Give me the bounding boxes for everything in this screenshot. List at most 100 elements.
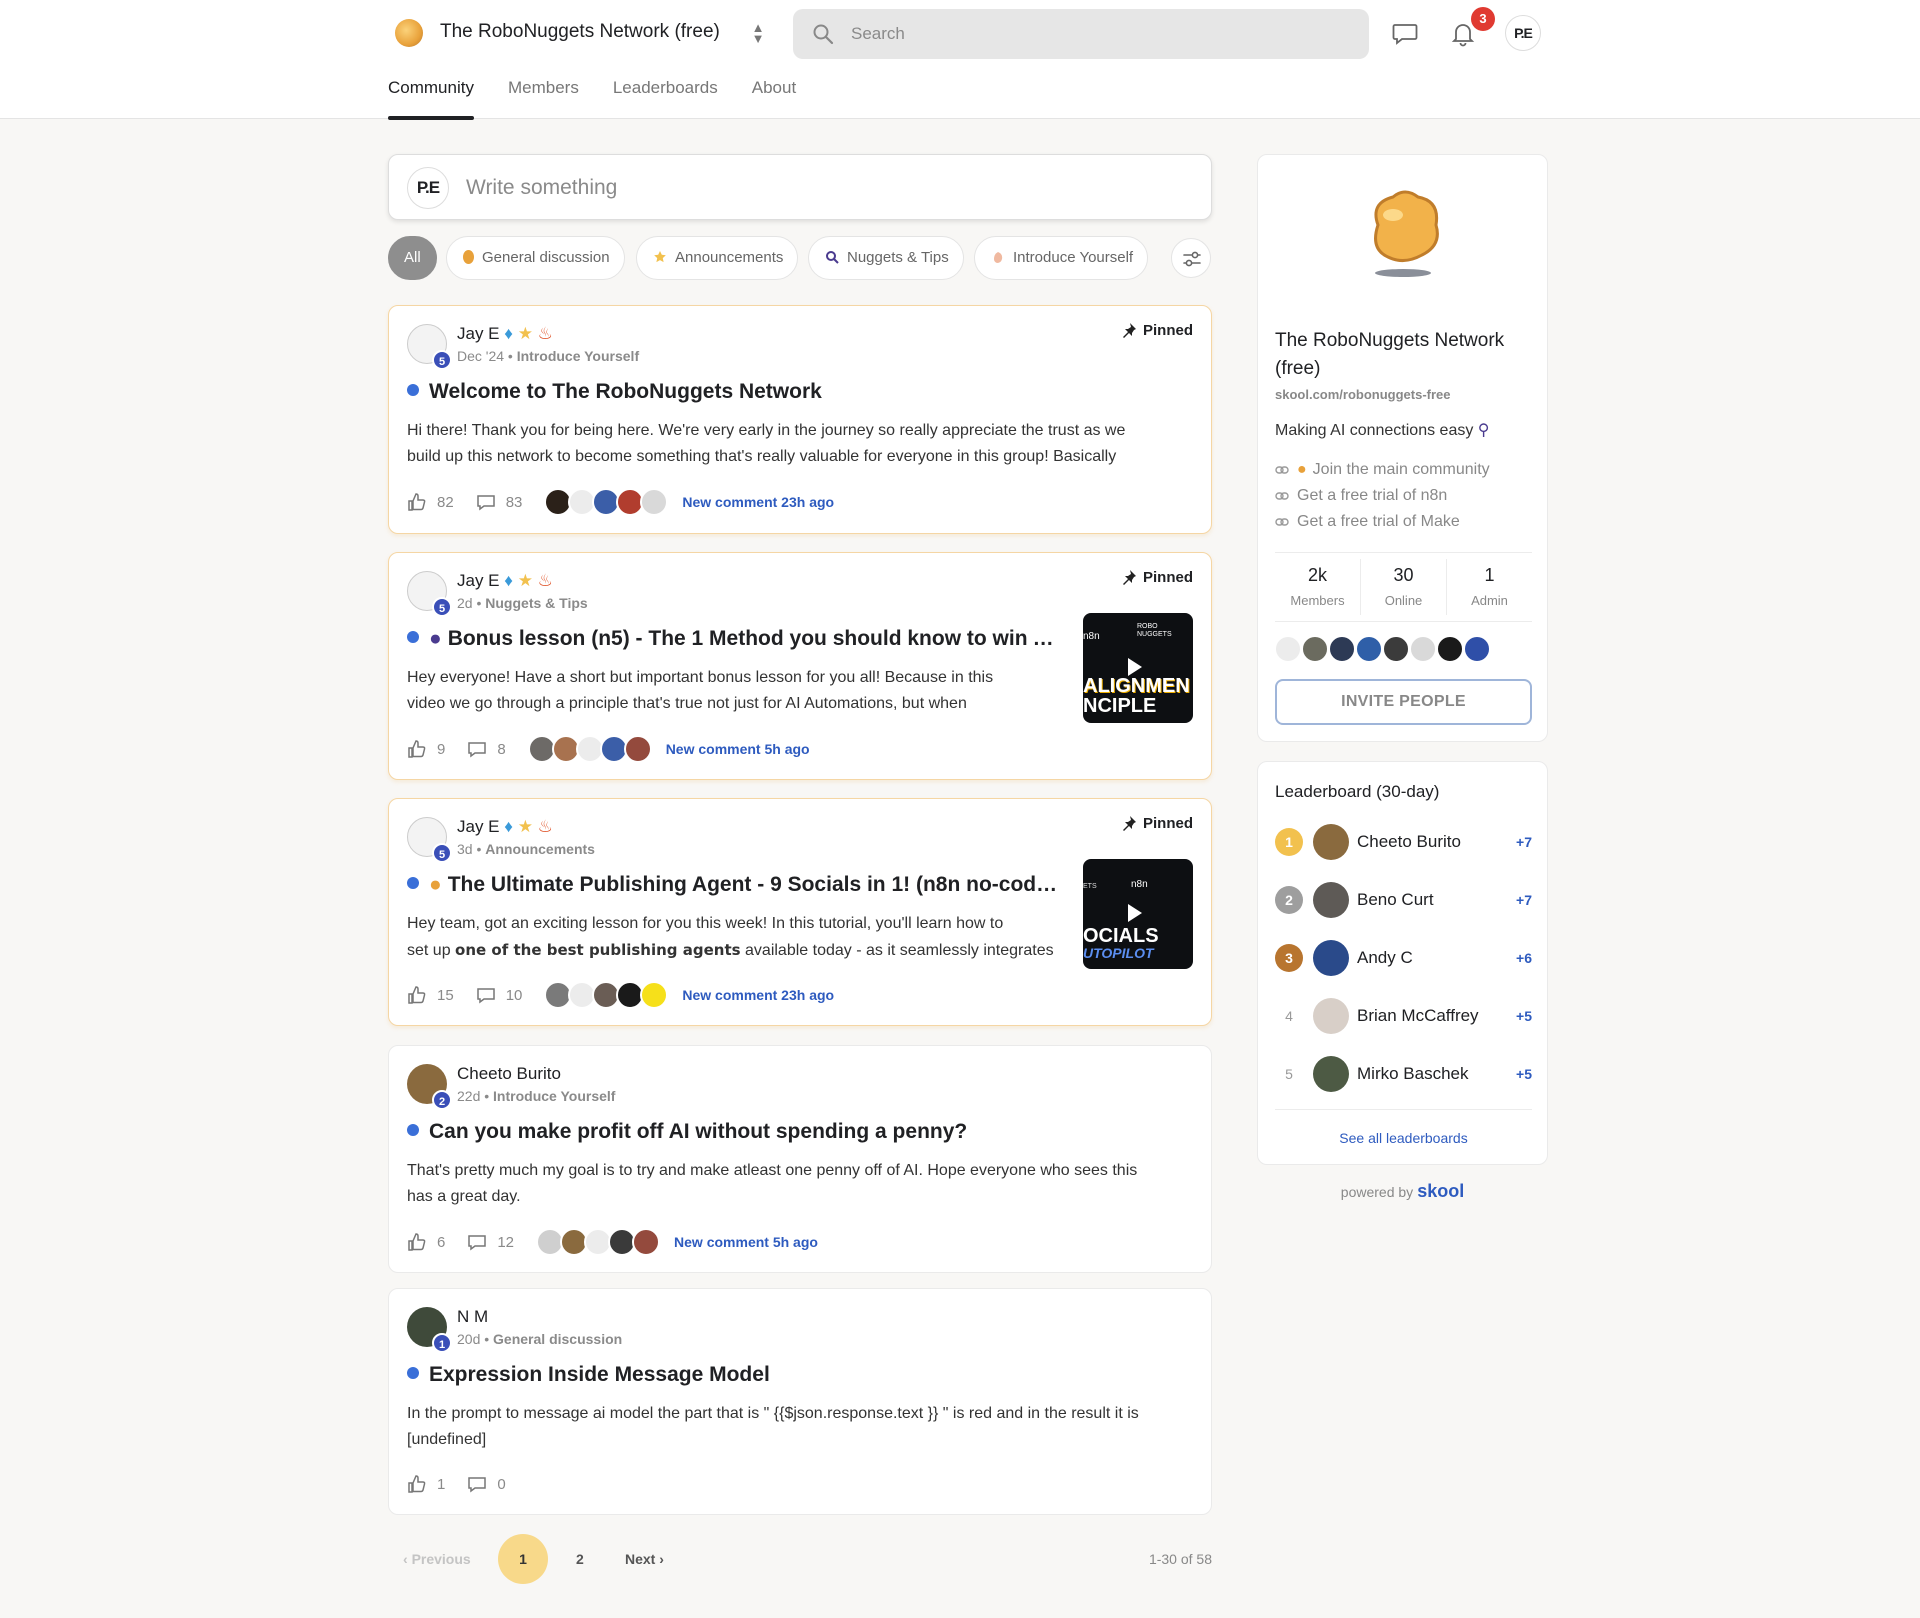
post-title[interactable]: Welcome to The RoboNuggets Network bbox=[407, 380, 1187, 404]
video-thumbnail[interactable]: ETS n8n OCIALS UTOPILOT bbox=[1083, 859, 1193, 969]
pin-icon bbox=[1122, 816, 1136, 831]
post-composer[interactable]: P.E Write something bbox=[388, 154, 1212, 220]
leaderboard-row[interactable]: 3 Andy C +6 bbox=[1275, 940, 1532, 980]
play-icon bbox=[1128, 904, 1142, 922]
post-card[interactable]: 1 N M 20d • General discussion Expressio… bbox=[388, 1288, 1212, 1515]
post-title[interactable]: ● Bonus lesson (n5) - The 1 Method you sh… bbox=[407, 627, 1067, 651]
avatar bbox=[1313, 940, 1349, 976]
leaderboard-row[interactable]: 1 Cheeto Burito +7 bbox=[1275, 824, 1532, 864]
powered-by[interactable]: powered by skool bbox=[1257, 1181, 1548, 1202]
like-icon[interactable] bbox=[407, 1232, 427, 1252]
next-page-button[interactable]: Next › bbox=[625, 1534, 664, 1584]
comment-icon[interactable] bbox=[476, 492, 496, 512]
author-avatar[interactable]: 5 bbox=[407, 817, 452, 863]
stat-online[interactable]: 30 Online bbox=[1361, 559, 1447, 615]
comment-icon[interactable] bbox=[467, 1232, 487, 1252]
sliders-icon bbox=[1183, 251, 1201, 267]
author-avatar[interactable]: 5 bbox=[407, 571, 452, 617]
search-bar[interactable] bbox=[793, 9, 1369, 59]
link-icon bbox=[1275, 492, 1289, 500]
tab-community[interactable]: Community bbox=[388, 78, 474, 120]
rank-number: 5 bbox=[1285, 1066, 1293, 1082]
stat-admin[interactable]: 1 Admin bbox=[1447, 559, 1532, 615]
post-author[interactable]: Jay E ♦ ★ ♨ bbox=[457, 817, 553, 837]
tab-about[interactable]: About bbox=[752, 78, 796, 120]
chat-icon[interactable] bbox=[1390, 18, 1420, 48]
link-n8n-trial[interactable]: Get a free trial of n8n bbox=[1275, 483, 1490, 509]
new-comment-link[interactable]: New comment 5h ago bbox=[666, 741, 810, 757]
community-name[interactable]: The RoboNuggets Network (free) bbox=[440, 21, 720, 43]
community-stats: 2k Members 30 Online 1 Admin bbox=[1275, 552, 1532, 622]
tab-members[interactable]: Members bbox=[508, 78, 579, 120]
leaderboard-row[interactable]: 4 Brian McCaffrey +5 bbox=[1275, 998, 1532, 1038]
avatar bbox=[1313, 882, 1349, 918]
comment-icon[interactable] bbox=[467, 739, 487, 759]
page-1-button[interactable]: 1 bbox=[498, 1534, 548, 1584]
member-avatars[interactable] bbox=[1274, 635, 1491, 663]
filter-introduce-yourself[interactable]: Introduce Yourself bbox=[974, 236, 1149, 280]
filter-settings-button[interactable] bbox=[1171, 238, 1211, 278]
stat-members[interactable]: 2k Members bbox=[1275, 559, 1361, 615]
link-main-community[interactable]: ● Join the main community bbox=[1275, 457, 1490, 483]
post-author[interactable]: Cheeto Burito bbox=[457, 1064, 561, 1084]
author-avatar[interactable]: 2 bbox=[407, 1064, 452, 1110]
filter-nuggets-tips[interactable]: Nuggets & Tips bbox=[808, 236, 964, 280]
post-author[interactable]: N M bbox=[457, 1307, 488, 1327]
post-card[interactable]: 5 Jay E ♦ ★ ♨ 2d • Nuggets & Tips Pinned… bbox=[388, 552, 1212, 780]
author-avatar[interactable]: 5 bbox=[407, 324, 452, 370]
previous-page-button[interactable]: ‹ Previous bbox=[403, 1534, 471, 1584]
like-icon[interactable] bbox=[407, 1474, 427, 1494]
user-avatar[interactable]: P.E bbox=[1505, 15, 1541, 51]
leaderboard-row[interactable]: 5 Mirko Baschek +5 bbox=[1275, 1056, 1532, 1096]
post-card[interactable]: 5 Jay E ♦ ★ ♨ 3d • Announcements Pinned … bbox=[388, 798, 1212, 1026]
switch-community-icon[interactable]: ▲ ▼ bbox=[748, 21, 768, 46]
search-input[interactable] bbox=[851, 9, 1351, 59]
community-url[interactable]: skool.com/robonuggets-free bbox=[1275, 387, 1451, 402]
like-icon[interactable] bbox=[407, 739, 427, 759]
filter-general-discussion[interactable]: General discussion bbox=[446, 236, 625, 280]
composer-placeholder[interactable]: Write something bbox=[466, 176, 617, 200]
post-title[interactable]: Expression Inside Message Model bbox=[407, 1363, 1187, 1387]
post-preview: Hey everyone! Have a short but important… bbox=[407, 669, 994, 712]
new-comment-link[interactable]: New comment 23h ago bbox=[682, 987, 834, 1003]
magnifier-icon bbox=[826, 251, 839, 264]
page-2-button[interactable]: 2 bbox=[576, 1534, 584, 1584]
post-card[interactable]: 2 Cheeto Burito 22d • Introduce Yourself… bbox=[388, 1045, 1212, 1273]
post-card[interactable]: 5 Jay E ♦ ★ ♨ Dec '24 • Introduce Yourse… bbox=[388, 305, 1212, 534]
like-icon[interactable] bbox=[407, 985, 427, 1005]
pagination: ‹ Previous 1 2 Next › 1-30 of 58 bbox=[388, 1534, 1212, 1584]
search-icon bbox=[813, 24, 834, 45]
community-title: The RoboNuggets Network (free) bbox=[1275, 330, 1505, 379]
invite-people-button[interactable]: INVITE PEOPLE bbox=[1275, 679, 1532, 725]
community-description: Making AI connections easy ⚲ bbox=[1275, 422, 1490, 439]
top-header: The RoboNuggets Network (free) ▲▼ 3 P.E … bbox=[0, 0, 1920, 120]
see-all-leaderboards-link[interactable]: See all leaderboards bbox=[1258, 1130, 1549, 1146]
post-title[interactable]: Can you make profit off AI without spend… bbox=[407, 1120, 1187, 1144]
community-info-card: The RoboNuggets Network (free) skool.com… bbox=[1257, 154, 1548, 742]
post-preview: In the prompt to message ai model the pa… bbox=[407, 1405, 1139, 1448]
post-footer: 9 8 New comment 5h ago bbox=[407, 733, 810, 765]
link-make-trial[interactable]: Get a free trial of Make bbox=[1275, 509, 1490, 535]
author-avatar[interactable]: 1 bbox=[407, 1307, 452, 1353]
level-badge: 2 bbox=[432, 1090, 452, 1110]
filter-all[interactable]: All bbox=[388, 236, 437, 280]
video-thumbnail[interactable]: n8n ROBO NUGGETS ALIGNMEN NCIPLE bbox=[1083, 613, 1193, 723]
community-logo[interactable] bbox=[395, 19, 423, 47]
post-title[interactable]: ● The Ultimate Publishing Agent - 9 Socia… bbox=[407, 873, 1067, 897]
comment-icon[interactable] bbox=[467, 1474, 487, 1494]
new-comment-link[interactable]: New comment 23h ago bbox=[682, 494, 834, 510]
filter-announcements[interactable]: Announcements bbox=[636, 236, 799, 280]
like-icon[interactable] bbox=[407, 492, 427, 512]
link-icon bbox=[1275, 518, 1289, 526]
post-author[interactable]: Jay E ♦ ★ ♨ bbox=[457, 324, 553, 344]
leaderboard-row[interactable]: 2 Beno Curt +7 bbox=[1275, 882, 1532, 922]
comment-icon[interactable] bbox=[476, 985, 496, 1005]
pinned-label: Pinned bbox=[1121, 569, 1193, 586]
main-tabs: Community Members Leaderboards About bbox=[388, 78, 830, 120]
new-comment-link[interactable]: New comment 5h ago bbox=[674, 1234, 818, 1250]
star-icon bbox=[654, 251, 666, 263]
post-footer: 82 83 New comment 23h ago bbox=[407, 486, 834, 518]
post-author[interactable]: Jay E ♦ ★ ♨ bbox=[457, 571, 553, 591]
tab-leaderboards[interactable]: Leaderboards bbox=[613, 78, 718, 120]
diamond-icon: ♦ bbox=[504, 571, 513, 590]
